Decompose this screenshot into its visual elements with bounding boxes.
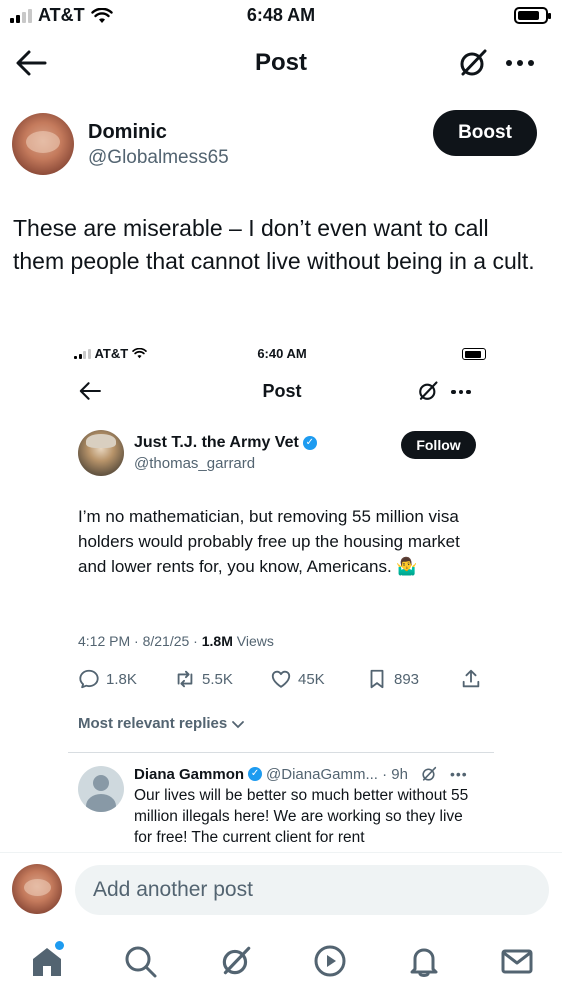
- like-action: 45K: [270, 666, 325, 692]
- more-options-icon[interactable]: [504, 49, 536, 77]
- tab-search[interactable]: [122, 943, 158, 979]
- share-action: [460, 666, 482, 692]
- more-options-icon: •••: [449, 766, 468, 782]
- post-text: These are miserable – I don’t even want …: [13, 215, 535, 274]
- bell-icon: [410, 948, 438, 977]
- embedded-clock: 6:40 AM: [257, 346, 307, 361]
- status-bar: AT&T 6:48 AM: [0, 0, 562, 32]
- repost-icon: [177, 670, 193, 688]
- share-icon: [462, 669, 480, 688]
- compose-input[interactable]: Add another post: [75, 865, 549, 915]
- reply-count: 1.8K: [106, 670, 137, 688]
- bookmark-count: 893: [394, 670, 420, 688]
- author-avatar[interactable]: [12, 113, 74, 175]
- more-options-icon: [448, 382, 474, 402]
- embedded-author-handle: @thomas_garrard: [134, 455, 256, 472]
- heart-icon: [271, 670, 291, 688]
- embedded-author-avatar: [78, 430, 124, 476]
- like-count: 45K: [298, 670, 325, 688]
- replies-sort-label: Most relevant replies: [78, 715, 245, 732]
- grok-icon: [422, 766, 437, 781]
- clock: 6:48 AM: [246, 5, 316, 25]
- repost-action: 5.5K: [174, 666, 233, 692]
- author-name[interactable]: Dominic: [88, 121, 167, 144]
- verified-badge-icon: ✓: [302, 436, 317, 450]
- reply-action: 1.8K: [78, 666, 137, 692]
- tab-messages[interactable]: [499, 943, 535, 979]
- grok-icon: [222, 946, 251, 975]
- author-handle[interactable]: @Globalmess65: [88, 147, 229, 169]
- battery-icon: [462, 348, 486, 360]
- notification-dot: [55, 941, 64, 950]
- tab-video[interactable]: [312, 943, 348, 979]
- repost-count: 5.5K: [202, 670, 233, 688]
- battery-icon: [514, 7, 551, 24]
- chevron-down-icon: [232, 720, 245, 728]
- reply-author-handle: @DianaGamm... · 9h: [266, 765, 408, 783]
- divider: [68, 752, 494, 753]
- post-timestamp: 4:12 PM · 8/21/25 ·: [78, 633, 202, 649]
- replies-sort-text: Most relevant replies: [78, 715, 228, 732]
- grok-icon: [419, 381, 438, 400]
- verified-badge-icon: ✓: [248, 767, 263, 781]
- boost-button[interactable]: Boost: [433, 110, 537, 156]
- embedded-screenshot[interactable]: AT&T 6:40 AM Post Just T.J. the Army Vet…: [62, 338, 502, 852]
- grok-icon[interactable]: [456, 46, 490, 80]
- divider: [0, 852, 562, 853]
- mail-icon: [501, 949, 533, 974]
- bookmark-action: 893: [366, 666, 419, 692]
- top-nav: Post: [0, 40, 562, 86]
- bottom-tab-bar: [0, 935, 562, 995]
- embedded-author-name: Just T.J. the Army Vet: [134, 434, 299, 451]
- video-icon: [314, 945, 346, 977]
- user-avatar[interactable]: [12, 864, 62, 914]
- reply-author-name: Diana Gammon: [134, 765, 245, 783]
- views-label: Views: [232, 633, 274, 649]
- embedded-author-name-row: Just T.J. the Army Vet ✓: [134, 434, 317, 452]
- embedded-action-bar: 1.8K 5.5K 45K 893: [78, 666, 488, 692]
- embedded-post-meta: 4:12 PM · 8/21/25 · 1.8M Views: [78, 633, 274, 649]
- reply-header: Diana Gammon ✓ @DianaGamm... · 9h •••: [134, 765, 494, 783]
- views-count: 1.8M: [201, 633, 233, 649]
- embedded-post-text: I’m no mathematician, but removing 55 mi…: [78, 507, 460, 576]
- embedded-status-bar: AT&T 6:40 AM: [62, 346, 502, 366]
- reply-icon: [79, 669, 99, 689]
- reply-text: Our lives will be better so much better …: [134, 787, 469, 846]
- follow-button: Follow: [401, 431, 476, 459]
- tab-notifications[interactable]: [406, 943, 442, 979]
- bookmark-icon: [370, 669, 384, 689]
- search-icon: [125, 946, 157, 978]
- embedded-top-nav: Post: [62, 378, 502, 406]
- tab-grok[interactable]: [218, 943, 254, 979]
- reply-avatar: [78, 766, 124, 812]
